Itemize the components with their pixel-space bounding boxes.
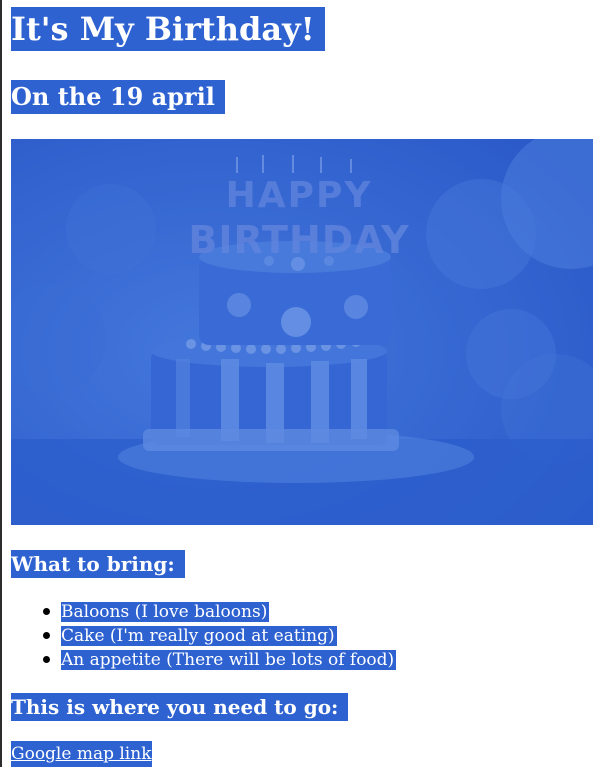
list-item: Baloons (I love baloons) bbox=[11, 600, 396, 624]
page-title: It's My Birthday! bbox=[11, 7, 325, 51]
list-item: Cake (I'm really good at eating) bbox=[11, 624, 396, 648]
page-left-border bbox=[0, 0, 2, 767]
birthday-cake-image: HAPPY BIRTHDAY bbox=[11, 139, 593, 525]
location-heading: This is where you need to go: bbox=[11, 693, 349, 721]
bullet-icon bbox=[43, 608, 50, 615]
list-item: An appetite (There will be lots of food) bbox=[11, 648, 397, 672]
bullet-icon bbox=[43, 632, 50, 639]
list-item-text: An appetite (There will be lots of food) bbox=[61, 650, 397, 670]
date-heading: On the 19 april bbox=[11, 80, 225, 114]
bullet-icon bbox=[43, 656, 50, 663]
google-map-link[interactable]: Google map link bbox=[11, 741, 152, 767]
list-item-text: Baloons (I love baloons) bbox=[61, 602, 270, 622]
what-to-bring-heading: What to bring: bbox=[11, 550, 185, 578]
bring-list: Baloons (I love baloons) Cake (I'm reall… bbox=[11, 600, 397, 672]
list-item-text: Cake (I'm really good at eating) bbox=[61, 626, 337, 646]
